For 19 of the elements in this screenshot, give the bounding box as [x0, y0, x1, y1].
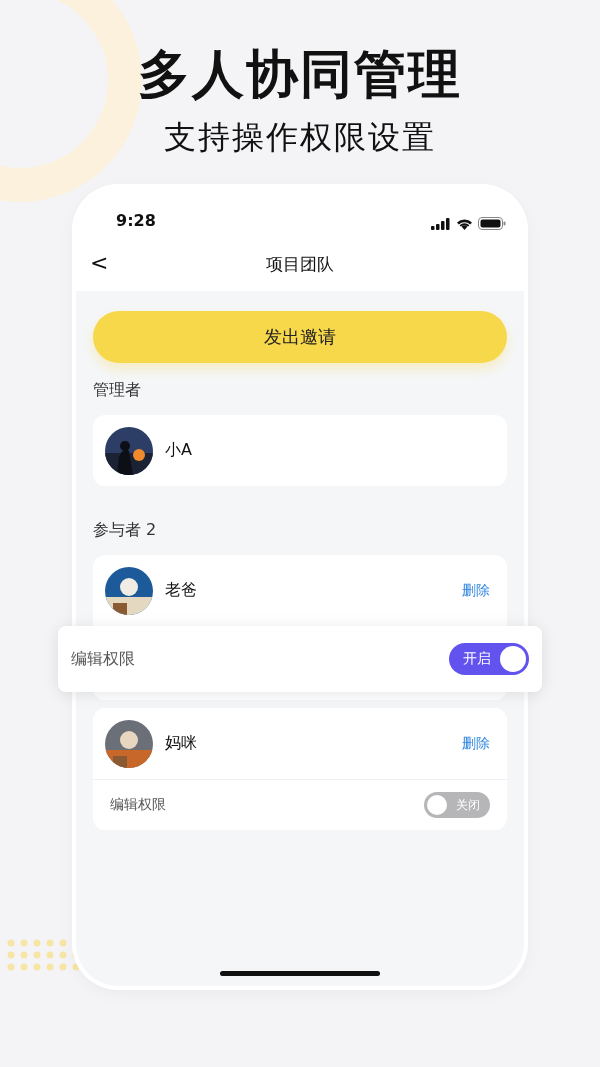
- invite-button[interactable]: 发出邀请: [93, 311, 507, 363]
- permission-toggle[interactable]: 开启: [449, 643, 529, 675]
- member-name: 小A: [165, 440, 193, 461]
- headline: 多人协同管理: [138, 43, 462, 106]
- status-time: 9:28: [116, 211, 156, 230]
- back-button[interactable]: <: [86, 250, 113, 275]
- subheadline: 支持操作权限设置: [164, 117, 436, 158]
- nav-title: 项目团队: [266, 253, 334, 276]
- permission-label: 编辑权限: [110, 796, 166, 814]
- delete-link[interactable]: 删除: [462, 734, 490, 753]
- member-name: 老爸: [165, 580, 198, 601]
- delete-link[interactable]: 删除: [462, 581, 490, 600]
- member-name: 妈咪: [165, 733, 198, 754]
- signal-icon: [431, 217, 451, 230]
- section-label: 参与者 2: [93, 520, 158, 541]
- permission-label: 编辑权限: [71, 648, 135, 670]
- wifi-icon: [456, 217, 473, 230]
- battery-icon: [478, 217, 506, 230]
- section-label: 管理者: [93, 380, 142, 401]
